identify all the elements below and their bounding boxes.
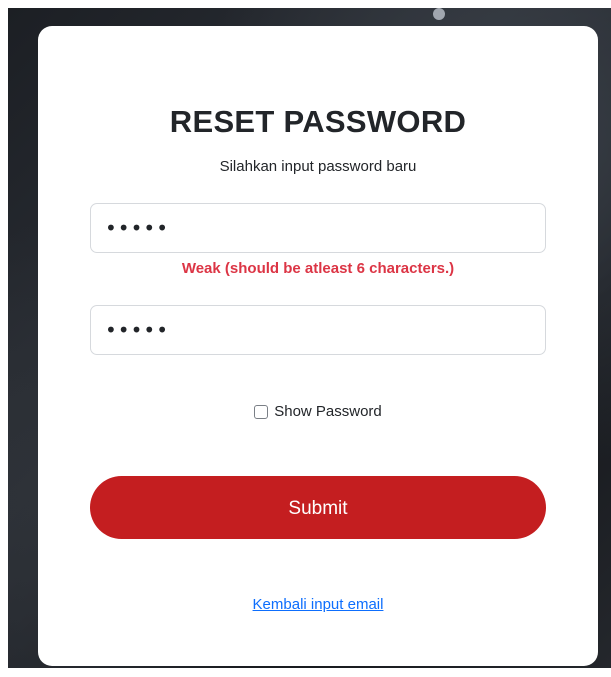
back-to-email-link[interactable]: Kembali input email [253, 596, 384, 613]
confirm-password-value: ••••• [105, 318, 169, 342]
new-password-input[interactable]: ••••• [90, 203, 546, 253]
back-link-container: Kembali input email [38, 596, 598, 613]
show-password-checkbox[interactable] [254, 404, 269, 419]
submit-button[interactable]: Submit [90, 476, 546, 539]
page-title: RESET PASSWORD [169, 104, 467, 139]
password-strength-error: Weak (should be atleast 6 characters.) [181, 260, 455, 277]
page-subtitle: Silahkan input password baru [219, 158, 417, 175]
new-password-value: ••••• [105, 216, 169, 240]
reset-password-card: RESET PASSWORD Silahkan input password b… [38, 26, 598, 666]
background-light [433, 8, 445, 20]
show-password-row[interactable]: Show Password [38, 403, 598, 420]
show-password-label[interactable]: Show Password [274, 403, 382, 420]
confirm-password-input[interactable]: ••••• [90, 305, 546, 355]
